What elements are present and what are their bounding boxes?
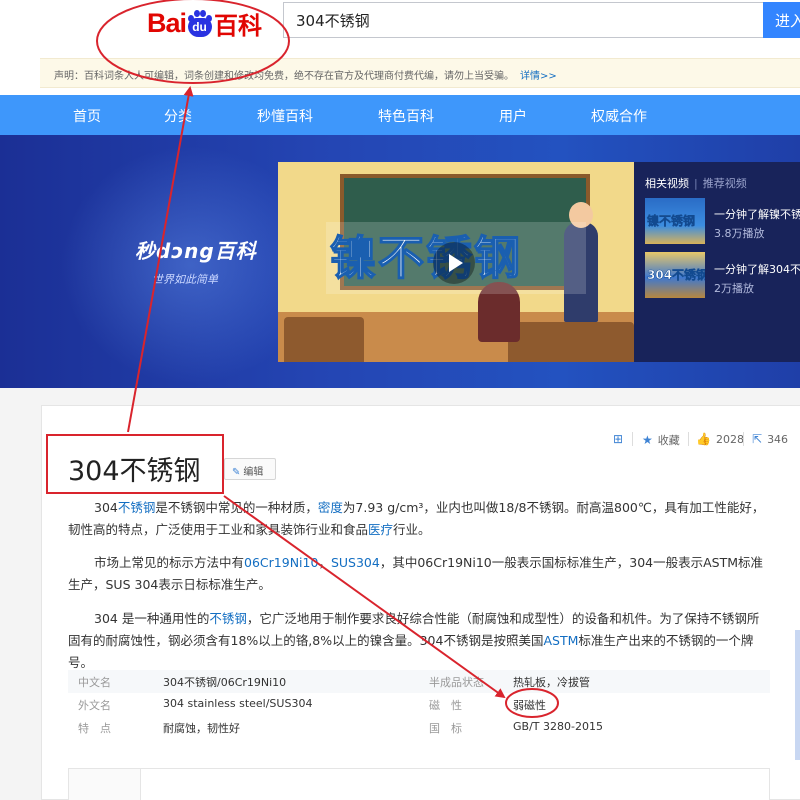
like-action[interactable]: 👍 2028 (696, 432, 744, 446)
info-value: 热轧板，冷拔管 (513, 676, 590, 689)
info-key: 半成品状态 (429, 676, 484, 689)
disclaimer-notice: 声明：百科词条人人可编辑，词条创建和修改均免费，绝不存在官方及代理商付费代编，请… (40, 58, 800, 88)
banner-slogan: 世界如此简单 (152, 273, 218, 286)
catalog-label-cell (69, 769, 141, 800)
miaodong-logo: 秒dɔng百科 (135, 239, 257, 263)
paragraph-standards: 市场上常见的标示方法中有06Cr19Ni10，SUS304，其中06Cr19Ni… (68, 552, 768, 596)
like-count: 2028 (715, 432, 744, 446)
edit-label: 编辑 (243, 467, 264, 478)
nav-item-user[interactable]: 用户 (499, 106, 527, 126)
paw-toe (206, 14, 213, 22)
logo-text-baike: 百科 (214, 11, 263, 40)
main-nav: 首页 分类 秒懂百科 特色百科 用户 权威合作 (0, 95, 800, 135)
search-input[interactable] (283, 2, 763, 38)
share-count: 346 (767, 432, 789, 446)
related-video-play-count: 3.8万播放 (714, 227, 765, 240)
thumbs-up-icon: 👍 (696, 432, 711, 446)
related-video-play-count: 2万播放 (714, 282, 754, 295)
notice-more-link[interactable]: 详情>> (520, 71, 557, 82)
link-stainless-steel[interactable]: 不锈钢 (209, 611, 247, 626)
table-row: 中文名 304不锈钢/06Cr19Ni10 半成品状态 热轧板，冷拔管 (68, 670, 770, 693)
text: 市场上常见的标示方法中有 (94, 555, 245, 570)
link-sus304[interactable]: SUS304 (331, 555, 380, 570)
share-action[interactable]: ⇱ 346 (752, 432, 788, 446)
info-value: 304 stainless steel/SUS304 (163, 697, 313, 710)
action-divider (688, 432, 689, 446)
tab-separator: | (694, 177, 698, 190)
paragraph-usage: 304 是一种通用性的不锈钢，它广泛地用于制作要求良好综合性能（耐腐蚀和成型性）… (68, 608, 768, 674)
nav-item-authority[interactable]: 权威合作 (591, 106, 647, 126)
paw-toe (200, 9, 207, 17)
enter-button[interactable]: 进入 (763, 2, 800, 38)
collect-action[interactable]: ★ 收藏 (642, 432, 680, 448)
text: 是不锈钢中常见的一种材质， (155, 500, 318, 515)
pencil-icon: ✎ (232, 467, 241, 478)
plus-square-icon: ⊞ (613, 432, 624, 446)
paw-toe (188, 14, 195, 22)
info-key: 国 标 (429, 722, 462, 735)
paragraph-intro: 304不锈钢是不锈钢中常见的一种材质，密度为7.93 g/cm³，业内也叫做18… (68, 497, 768, 541)
info-value: 弱磁性 (513, 699, 546, 712)
play-icon[interactable] (433, 242, 475, 284)
info-key: 磁 性 (429, 699, 462, 712)
page-root: Bai du 百科 进入 声明：百科词条人人可编辑，词条创建和修改均免费，绝不存… (0, 0, 800, 800)
side-scroll-strip (795, 630, 800, 760)
thumbnail-text: 304不锈钢 (647, 268, 705, 283)
edit-button[interactable]: ✎ 编辑 (224, 458, 276, 480)
logo-text-bai: Bai (147, 7, 187, 38)
notice-text: 声明：百科词条人人可编辑，词条创建和修改均免费，绝不存在官方及代理商付费代编，请… (54, 71, 514, 82)
annotation-title-box (46, 434, 224, 494)
baidu-baike-logo[interactable]: Bai du 百科 (147, 4, 262, 42)
nav-item-miaodong[interactable]: 秒懂百科 (257, 106, 313, 126)
nav-item-featured[interactable]: 特色百科 (378, 106, 434, 126)
related-video-thumbnail[interactable]: 304不锈钢 (645, 252, 705, 298)
table-row: 外文名 304 stainless steel/SUS304 磁 性 弱磁性 (68, 693, 770, 716)
action-divider (632, 432, 633, 446)
page-background (0, 388, 41, 800)
tab-recommended-videos[interactable]: 推荐视频 (703, 177, 747, 190)
link-astm[interactable]: ASTM (543, 633, 578, 648)
share-icon: ⇱ (752, 432, 763, 446)
add-action[interactable]: ⊞ (613, 432, 628, 446)
info-value: 304不锈钢/06Cr19Ni10 (163, 676, 287, 689)
collect-label: 收藏 (657, 434, 680, 447)
link-06cr19ni10[interactable]: 06Cr19Ni10 (244, 555, 318, 570)
related-tabs: 相关视频 | 推荐视频 (645, 175, 747, 191)
text: ， (318, 555, 331, 570)
action-divider (743, 432, 744, 446)
related-video-title[interactable]: 一分钟了解镍不锈 (714, 206, 800, 222)
related-video-thumbnail[interactable]: 镍不锈钢 (645, 198, 705, 244)
paw-icon: du (187, 9, 213, 37)
info-value: GB/T 3280-2015 (513, 720, 603, 733)
related-video-title[interactable]: 一分钟了解304不... (714, 261, 800, 277)
text: 304 是一种通用性的 (94, 611, 210, 626)
info-key: 中文名 (78, 676, 111, 689)
top-header: Bai du 百科 进入 (0, 0, 800, 58)
nav-item-home[interactable]: 首页 (73, 106, 101, 126)
link-medical[interactable]: 医疗 (368, 522, 393, 537)
info-key: 外文名 (78, 699, 111, 712)
text: 行业。 (393, 522, 431, 537)
link-density[interactable]: 密度 (318, 500, 343, 515)
catalog-box (68, 768, 770, 800)
video-title: 镍不锈钢 (329, 230, 522, 286)
tab-related-videos[interactable]: 相关视频 (645, 177, 689, 190)
thumbnail-text: 镍不锈钢 (647, 214, 696, 229)
info-value: 耐腐蚀，韧性好 (163, 722, 240, 735)
video-scene-desk (284, 317, 364, 362)
video-scene-desk (508, 322, 634, 362)
text: 304 (94, 500, 118, 515)
nav-item-category[interactable]: 分类 (164, 106, 192, 126)
info-key: 特 点 (78, 722, 111, 735)
link-stainless-steel[interactable]: 不锈钢 (118, 500, 156, 515)
page-background (0, 388, 800, 405)
star-icon: ★ (642, 433, 653, 447)
table-row: 特 点 耐腐蚀，韧性好 国 标 GB/T 3280-2015 (68, 716, 770, 739)
